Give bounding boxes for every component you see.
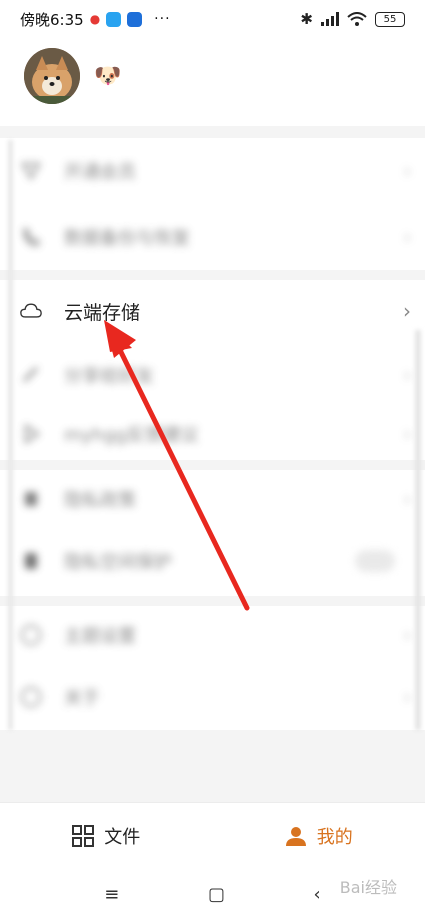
chevron-right-icon: ›	[403, 160, 411, 182]
menu-item-privacy-space[interactable]: 隐私空间保护	[0, 528, 425, 594]
chevron-right-icon: ›	[403, 226, 411, 248]
chevron-right-icon: ›	[403, 423, 411, 445]
menu-item-feedback[interactable]: myhgg反馈建议 ›	[0, 408, 425, 460]
menu-group-4: 主题设置 › 关于 ›	[0, 606, 425, 730]
profile-header: 🐶	[24, 48, 121, 104]
home-icon[interactable]: ▢	[208, 884, 225, 905]
menu-group-2: 云端存储 › 分享给好友 › myhgg反馈建议 ›	[0, 280, 425, 460]
vip-icon	[20, 160, 42, 182]
more-notifications-icon: ···	[154, 11, 171, 27]
play-icon	[20, 423, 42, 445]
menu-item-label: 隐私空间保护	[64, 552, 172, 573]
tab-mine-label: 我的	[316, 826, 353, 848]
menu-item-vip[interactable]: 开通会员 ›	[0, 138, 425, 204]
privacy-space-toggle[interactable]	[355, 550, 395, 572]
menu-item-label: 开通会员	[64, 162, 136, 183]
battery-level: 55	[383, 13, 397, 25]
menu-item-label: 云端存储	[64, 301, 141, 324]
menu-item-about[interactable]: 关于 ›	[0, 664, 425, 730]
menu-item-privacy-policy[interactable]: 隐私政策 ›	[0, 470, 425, 528]
menu-item-theme[interactable]: 主题设置 ›	[0, 606, 425, 664]
chevron-right-icon: ›	[403, 686, 411, 708]
location-icon: ●	[89, 12, 101, 26]
menu-item-label: 主题设置	[64, 626, 136, 647]
menu-item-label: myhgg反馈建议	[64, 425, 199, 446]
bluetooth-icon: ✱	[300, 10, 313, 28]
chevron-right-icon: ›	[403, 488, 411, 510]
link-icon	[20, 364, 42, 386]
status-bar: 傍晚6:35 ● ··· ✱ 55	[0, 0, 425, 38]
chevron-right-icon: ›	[403, 299, 411, 323]
signal-icon	[321, 12, 339, 26]
menu-group-1: 开通会员 › 数据备份与恢复 ›	[0, 138, 425, 270]
menu-icon[interactable]: ≡	[104, 884, 119, 905]
tab-files[interactable]: 文件	[0, 803, 213, 868]
section-divider	[0, 126, 425, 138]
shield-icon	[20, 550, 42, 572]
menu-item-share[interactable]: 分享给好友 ›	[0, 342, 425, 408]
lock-icon	[20, 488, 42, 510]
grid-icon	[72, 824, 95, 847]
info-icon	[20, 686, 42, 708]
menu-item-backup[interactable]: 数据备份与恢复 ›	[0, 204, 425, 270]
blur-edge-right	[415, 330, 421, 730]
tab-files-label: 文件	[104, 826, 141, 848]
theme-icon	[20, 624, 42, 646]
avatar[interactable]	[24, 48, 80, 104]
bottom-nav: 文件 我的	[0, 802, 425, 868]
status-time: 傍晚6:35	[20, 10, 84, 29]
content-bottom-space	[0, 730, 425, 802]
wifi-icon	[347, 12, 367, 26]
menu-group-3: 隐私政策 › 隐私空间保护	[0, 470, 425, 596]
menu-item-label: 分享给好友	[64, 366, 154, 387]
section-divider	[0, 596, 425, 606]
battery-indicator: 55	[375, 11, 405, 27]
section-divider	[0, 460, 425, 470]
menu-item-label: 隐私政策	[64, 490, 136, 511]
blur-edge-left	[8, 140, 13, 730]
back-icon[interactable]: ‹	[314, 884, 321, 905]
watermark: Bai经验	[339, 878, 397, 897]
person-icon	[285, 826, 306, 846]
tab-mine[interactable]: 我的	[213, 803, 425, 868]
phone-icon	[20, 226, 42, 248]
chevron-right-icon: ›	[403, 624, 411, 646]
chevron-right-icon: ›	[403, 364, 411, 386]
menu-item-label: 关于	[64, 688, 100, 709]
menu-item-label: 数据备份与恢复	[64, 228, 190, 249]
menu-item-cloud-storage[interactable]: 云端存储 ›	[0, 280, 425, 342]
profile-emoji: 🐶	[94, 63, 122, 89]
section-divider	[0, 270, 425, 280]
app-notification-icon	[106, 11, 122, 27]
bluetooth-app-icon	[127, 11, 143, 27]
cloud-icon	[20, 300, 42, 322]
